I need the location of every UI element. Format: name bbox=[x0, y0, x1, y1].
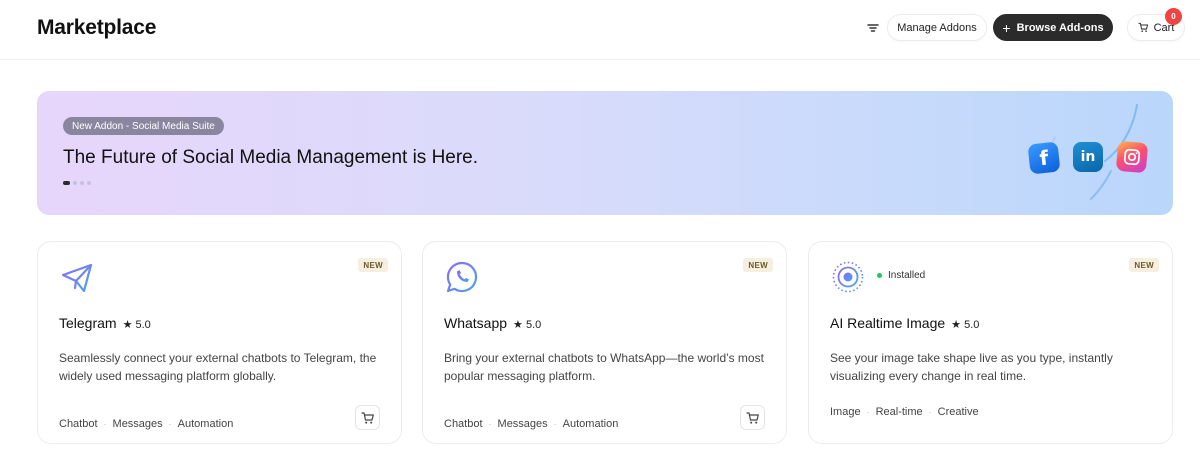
tag[interactable]: Real-time bbox=[876, 406, 923, 418]
linkedin-icon: in bbox=[1073, 142, 1103, 172]
realtime-image-icon bbox=[832, 261, 864, 293]
card-rating: ★ 5.0 bbox=[122, 319, 151, 331]
installed-status: Installed bbox=[877, 270, 925, 281]
cart-icon bbox=[745, 411, 759, 424]
tag[interactable]: Chatbot bbox=[59, 418, 98, 430]
card-title-text: Telegram bbox=[59, 315, 117, 331]
banner-dot[interactable] bbox=[73, 181, 77, 185]
manage-addons-label: Manage Addons bbox=[897, 21, 977, 34]
new-badge: NEW bbox=[743, 258, 773, 272]
tag[interactable]: Automation bbox=[563, 418, 619, 430]
whatsapp-icon bbox=[446, 261, 478, 293]
card-rating: ★ 5.0 bbox=[951, 319, 980, 331]
card-tags: Image · Real-time · Creative bbox=[830, 406, 979, 418]
add-to-cart-button[interactable] bbox=[740, 405, 765, 430]
add-to-cart-button[interactable] bbox=[355, 405, 380, 430]
addon-card-whatsapp[interactable]: NEW Whatsapp ★ 5.0 Bring your external c… bbox=[422, 241, 787, 444]
telegram-icon bbox=[61, 263, 93, 293]
page-title: Marketplace bbox=[37, 16, 157, 39]
new-badge: NEW bbox=[358, 258, 388, 272]
plus-icon: + bbox=[1002, 19, 1011, 36]
status-dot-icon bbox=[877, 273, 882, 278]
facebook-icon: f bbox=[1027, 141, 1061, 175]
card-description: Seamlessly connect your external chatbot… bbox=[59, 351, 377, 383]
addon-card-ai-realtime-image[interactable]: Installed NEW AI Realtime Image ★ 5.0 Se… bbox=[808, 241, 1173, 444]
new-badge: NEW bbox=[1129, 258, 1159, 272]
tag[interactable]: Chatbot bbox=[444, 418, 483, 430]
addon-card-telegram[interactable]: NEW Telegram ★ 5.0 Seamlessly connect yo… bbox=[37, 241, 402, 444]
instagram-icon bbox=[1115, 140, 1149, 174]
cart-icon bbox=[1138, 22, 1148, 32]
card-title: AI Realtime Image ★ 5.0 bbox=[830, 315, 979, 331]
banner-dot[interactable] bbox=[87, 181, 91, 185]
tag[interactable]: Automation bbox=[178, 418, 234, 430]
top-bar: Marketplace Manage Addons + Browse Add-o… bbox=[0, 0, 1200, 60]
card-tags: Chatbot · Messages · Automation bbox=[59, 418, 234, 430]
card-title: Whatsapp ★ 5.0 bbox=[444, 315, 541, 331]
installed-label: Installed bbox=[888, 270, 926, 281]
tag[interactable]: Image bbox=[830, 406, 861, 418]
promo-banner[interactable]: New Addon - Social Media Suite The Futur… bbox=[37, 91, 1173, 215]
card-tags: Chatbot · Messages · Automation bbox=[444, 418, 619, 430]
banner-badge: New Addon - Social Media Suite bbox=[63, 117, 224, 135]
browse-addons-button[interactable]: + Browse Add-ons bbox=[993, 14, 1113, 41]
tag[interactable]: Creative bbox=[938, 406, 979, 418]
banner-pagination bbox=[63, 181, 91, 185]
card-description: See your image take shape live as you ty… bbox=[830, 351, 1113, 383]
card-title-text: AI Realtime Image bbox=[830, 315, 946, 331]
banner-dot[interactable] bbox=[80, 181, 84, 185]
browse-addons-label: Browse Add-ons bbox=[1016, 21, 1104, 34]
card-title-text: Whatsapp bbox=[444, 315, 508, 331]
tag[interactable]: Messages bbox=[113, 418, 163, 430]
card-title: Telegram ★ 5.0 bbox=[59, 315, 151, 331]
card-rating: ★ 5.0 bbox=[513, 319, 542, 331]
tag[interactable]: Messages bbox=[498, 418, 548, 430]
manage-addons-button[interactable]: Manage Addons bbox=[887, 14, 987, 41]
banner-dot[interactable] bbox=[63, 181, 70, 185]
cart-count-badge: 0 bbox=[1165, 8, 1182, 25]
cart-icon bbox=[360, 411, 374, 424]
filter-icon[interactable] bbox=[866, 21, 880, 35]
banner-social-art: f in bbox=[1025, 99, 1155, 209]
banner-title: The Future of Social Media Management is… bbox=[63, 147, 479, 168]
card-description: Bring your external chatbots to WhatsApp… bbox=[444, 351, 764, 383]
